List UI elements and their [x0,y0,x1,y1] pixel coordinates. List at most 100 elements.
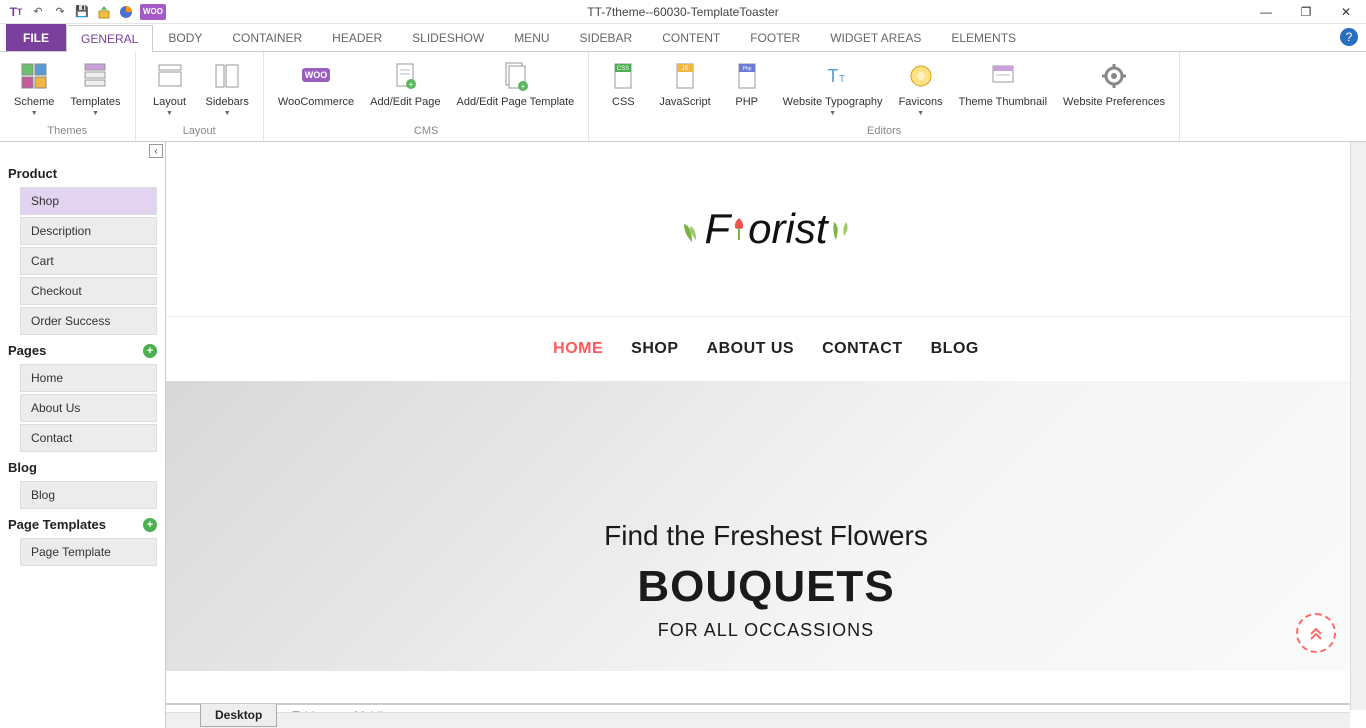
site-header[interactable]: F orist [166,142,1366,317]
addedit-pagetpl-icon: + [499,60,531,92]
tab-file[interactable]: FILE [6,24,66,51]
prefs-icon [1098,60,1130,92]
hero-line2: BOUQUETS [637,562,894,612]
redo-icon[interactable]: ↷ [52,4,68,20]
hero-section[interactable]: Find the Freshest Flowers BOUQUETS FOR A… [166,381,1366,671]
nav-blog[interactable]: BLOG [931,340,979,358]
maximize-button[interactable]: ❐ [1286,0,1326,24]
javascript-icon: JS [669,60,701,92]
firefox-icon[interactable] [118,4,134,20]
svg-text:WOO: WOO [305,70,328,80]
design-canvas[interactable]: F orist HOME SHOP ABOUT US CONTACT BLOG Find… [166,142,1366,704]
tab-container[interactable]: CONTAINER [217,24,317,51]
tab-footer[interactable]: FOOTER [735,24,815,51]
ribbon-woocommerce-button[interactable]: WOO WooCommerce [272,56,360,109]
quick-access-toolbar: TT ↶ ↷ 💾 WOO [0,4,166,20]
item-blog[interactable]: Blog [20,481,157,509]
ribbon-css-button[interactable]: CSSCSS [597,56,649,119]
scroll-top-button[interactable] [1296,613,1336,653]
workspace: ‹ Product ShopDescriptionCartCheckoutOrde… [0,142,1366,728]
nav-about-us[interactable]: ABOUT US [707,340,795,358]
ribbon-button-label: PHP [735,96,758,109]
tab-elements[interactable]: ELEMENTS [936,24,1031,51]
ribbon-button-label: Website Preferences [1063,96,1165,109]
ribbon-layout-button[interactable]: Layout▼ [144,56,196,119]
add-page templates-button[interactable]: + [143,518,157,532]
export-icon[interactable] [96,4,112,20]
tab-sidebar[interactable]: SIDEBAR [565,24,648,51]
item-home[interactable]: Home [20,364,157,392]
tab-header[interactable]: HEADER [317,24,397,51]
item-contact[interactable]: Contact [20,424,157,452]
ribbon-addedit-pagetpl-button[interactable]: + Add/Edit Page Template [450,56,580,109]
hero-line1: Find the Freshest Flowers [604,520,928,552]
ribbon-php-button[interactable]: Php PHP [721,56,773,119]
ribbon-addedit-page-button[interactable]: +Add/Edit Page [364,56,446,109]
tab-menu[interactable]: MENU [499,24,564,51]
tab-body[interactable]: BODY [153,24,217,51]
window-title: TT-7theme--60030-TemplateToaster [587,5,778,19]
category-title: Product [8,166,57,181]
close-button[interactable]: ✕ [1326,0,1366,24]
ribbon-prefs-button[interactable]: Website Preferences [1057,56,1171,119]
hero-line3: FOR ALL OCCASSIONS [658,620,874,641]
category-blog: Blog [8,460,157,475]
ribbon-scheme-button[interactable]: Scheme▼ [8,56,60,119]
svg-text:+: + [409,80,414,89]
nav-shop[interactable]: SHOP [631,340,678,358]
chevron-down-icon: ▼ [31,110,38,118]
window-controls: — ❐ ✕ [1246,0,1366,24]
category-pages: Pages+ [8,343,157,358]
ribbon-typography-button[interactable]: TTWebsite Typography▼ [777,56,889,119]
help-icon[interactable]: ? [1340,28,1358,46]
item-description[interactable]: Description [20,217,157,245]
favicons-icon [905,60,937,92]
tab-general[interactable]: GENERAL [66,25,153,52]
undo-icon[interactable]: ↶ [30,4,46,20]
nav-contact[interactable]: CONTACT [822,340,903,358]
nav-home[interactable]: HOME [553,340,603,358]
chevron-down-icon: ▼ [917,110,924,118]
php-icon: Php [731,60,763,92]
item-order-success[interactable]: Order Success [20,307,157,335]
site-logo[interactable]: F orist [680,205,851,253]
item-cart[interactable]: Cart [20,247,157,275]
woo-badge-icon[interactable]: WOO [140,4,166,20]
ribbon-thumbnail-button[interactable]: Theme Thumbnail [953,56,1053,119]
leaf-right-icon [830,214,852,244]
tulip-icon [730,216,748,242]
ribbon-group-layout: Layout▼Sidebars▼Layout [136,52,264,141]
layout-icon [154,60,186,92]
ribbon-templates-button[interactable]: Templates▼ [64,56,126,119]
ribbon-favicons-button[interactable]: Favicons▼ [893,56,949,119]
ribbon-button-label: Layout [153,96,186,109]
ribbon-group-label: Layout [144,125,255,139]
tab-content[interactable]: CONTENT [647,24,735,51]
item-checkout[interactable]: Checkout [20,277,157,305]
item-shop[interactable]: Shop [20,187,157,215]
ribbon-group-themes: Scheme▼Templates▼Themes [0,52,136,141]
collapse-panel-button[interactable]: ‹ [149,144,163,158]
ribbon-sidebars-button[interactable]: Sidebars▼ [200,56,255,119]
horizontal-scrollbar[interactable] [166,712,1350,728]
tab-slideshow[interactable]: SLIDESHOW [397,24,499,51]
ribbon-button-label: JavaScript [659,96,710,109]
scheme-icon [18,60,50,92]
ribbon-button-label: Add/Edit Page Template [456,96,574,109]
save-icon[interactable]: 💾 [74,4,90,20]
add-pages-button[interactable]: + [143,344,157,358]
ribbon-button-label: Scheme [14,96,54,109]
vertical-scrollbar[interactable] [1350,142,1366,710]
chevron-down-icon: ▼ [224,110,231,118]
site-nav: HOME SHOP ABOUT US CONTACT BLOG [166,317,1366,381]
ribbon-button-label: Templates [70,96,120,109]
svg-text:JS: JS [681,66,688,72]
ribbon-javascript-button[interactable]: JS JavaScript [653,56,716,119]
item-about-us[interactable]: About Us [20,394,157,422]
item-page-template[interactable]: Page Template [20,538,157,566]
category-title: Blog [8,460,37,475]
device-tab-desktop[interactable]: Desktop [200,704,277,727]
minimize-button[interactable]: — [1246,0,1286,24]
ribbon-button-label: WooCommerce [278,96,354,109]
tab-widget-areas[interactable]: WIDGET AREAS [815,24,936,51]
